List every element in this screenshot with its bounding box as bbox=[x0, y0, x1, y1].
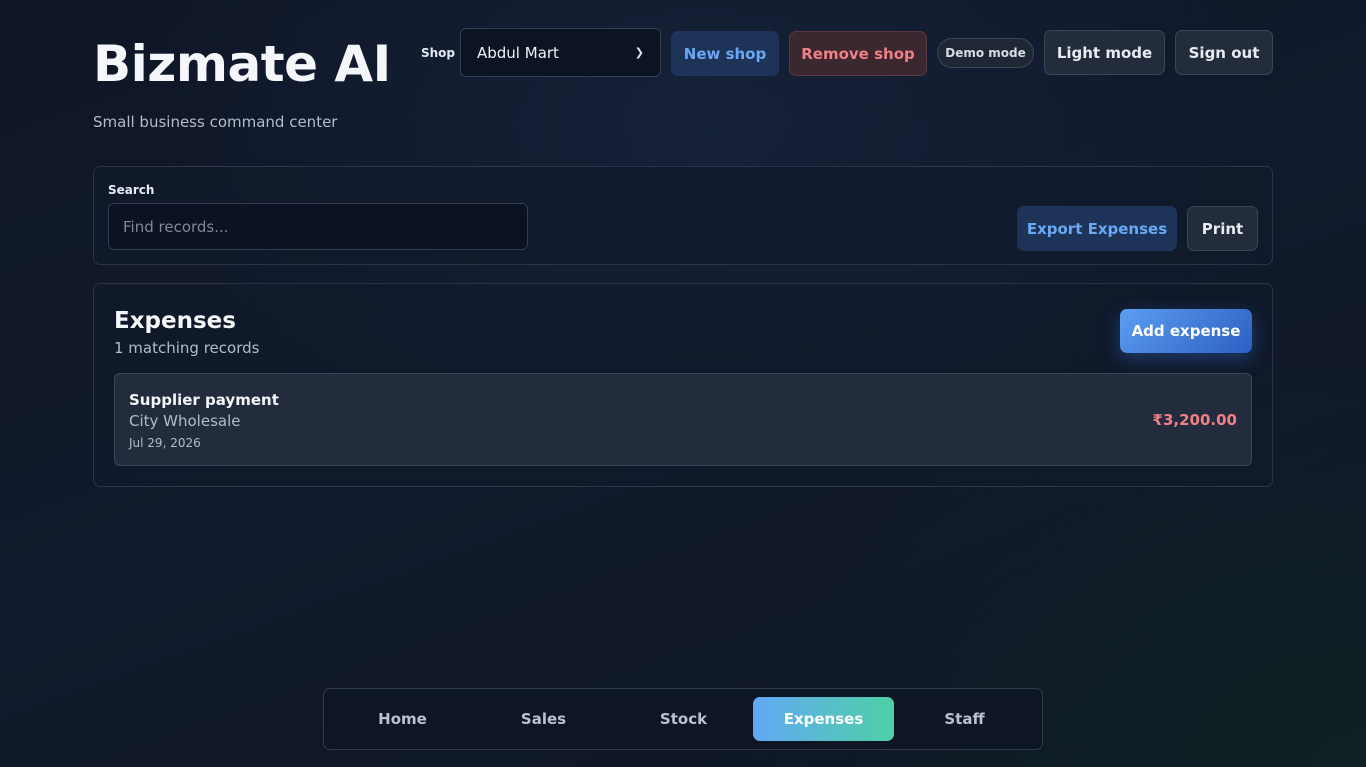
expense-title: Supplier payment bbox=[129, 391, 279, 409]
sign-out-button[interactable]: Sign out bbox=[1175, 30, 1273, 75]
tab-sales[interactable]: Sales bbox=[473, 697, 614, 741]
tab-staff[interactable]: Staff bbox=[894, 697, 1035, 741]
shop-select-value: Abdul Mart bbox=[477, 43, 559, 62]
tab-home[interactable]: Home bbox=[332, 697, 473, 741]
demo-mode-badge[interactable]: Demo mode bbox=[937, 38, 1034, 68]
expense-vendor: City Wholesale bbox=[129, 412, 241, 430]
light-mode-button[interactable]: Light mode bbox=[1044, 30, 1165, 75]
chevron-down-icon: ❯ bbox=[634, 46, 644, 59]
shop-label: Shop bbox=[421, 46, 456, 60]
record-count: 1 matching records bbox=[114, 339, 260, 357]
expense-date: Jul 29, 2026 bbox=[129, 436, 201, 450]
shop-select[interactable]: Abdul Mart ❯ bbox=[460, 28, 661, 77]
new-shop-button[interactable]: New shop bbox=[671, 31, 779, 76]
expense-row[interactable]: Supplier payment City Wholesale Jul 29, … bbox=[114, 373, 1252, 466]
tab-stock[interactable]: Stock bbox=[613, 697, 754, 741]
search-input[interactable] bbox=[108, 203, 528, 250]
add-expense-button[interactable]: Add expense bbox=[1120, 309, 1252, 353]
expense-amount: ₹3,200.00 bbox=[1152, 411, 1237, 429]
bottom-nav: Home Sales Stock Expenses Staff bbox=[323, 688, 1043, 750]
expenses-card: Expenses 1 matching records Add expense … bbox=[93, 283, 1273, 487]
export-expenses-button[interactable]: Export Expenses bbox=[1017, 206, 1177, 251]
app-subtitle: Small business command center bbox=[93, 113, 338, 131]
search-label: Search bbox=[108, 183, 155, 197]
search-card: Search Export Expenses Print bbox=[93, 166, 1273, 265]
app-title: Bizmate AI bbox=[93, 35, 391, 93]
tab-expenses[interactable]: Expenses bbox=[753, 697, 894, 741]
section-title: Expenses bbox=[114, 308, 236, 334]
remove-shop-button[interactable]: Remove shop bbox=[789, 31, 927, 76]
print-button[interactable]: Print bbox=[1187, 206, 1258, 251]
